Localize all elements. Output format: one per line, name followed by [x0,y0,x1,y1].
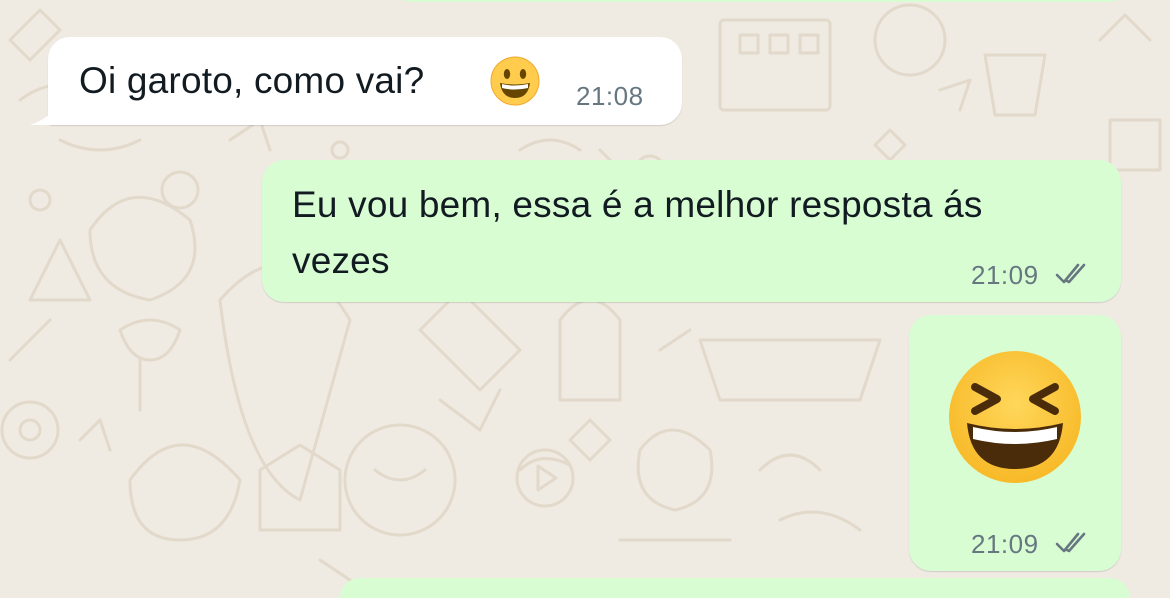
message-text-line-2: vezes [292,240,390,281]
message-time: 21:09 [971,529,1039,559]
message-text: Oi garoto, como vai? [79,60,425,101]
incoming-bubble-tail [30,105,58,125]
grinning-squinting-face-emoji-icon [949,351,1081,483]
double-check-read-icon [1055,263,1086,284]
double-check-read-icon [1055,532,1086,553]
incoming-message-bubble[interactable]: Oi garoto, como vai? 21:08 [48,37,682,125]
previous-message-bubble-edge [390,0,1130,2]
message-text-line-1: Eu vou bem, essa é a melhor resposta ás [292,184,983,225]
message-time: 21:09 [971,260,1039,290]
next-message-bubble-edge [340,578,1130,598]
outgoing-message-bubble[interactable]: Eu vou bem, essa é a melhor resposta ás … [262,160,1121,302]
outgoing-emoji-message-bubble[interactable]: 21:09 [909,315,1121,571]
message-time: 21:08 [576,81,644,111]
grinning-face-emoji-icon [490,56,540,106]
